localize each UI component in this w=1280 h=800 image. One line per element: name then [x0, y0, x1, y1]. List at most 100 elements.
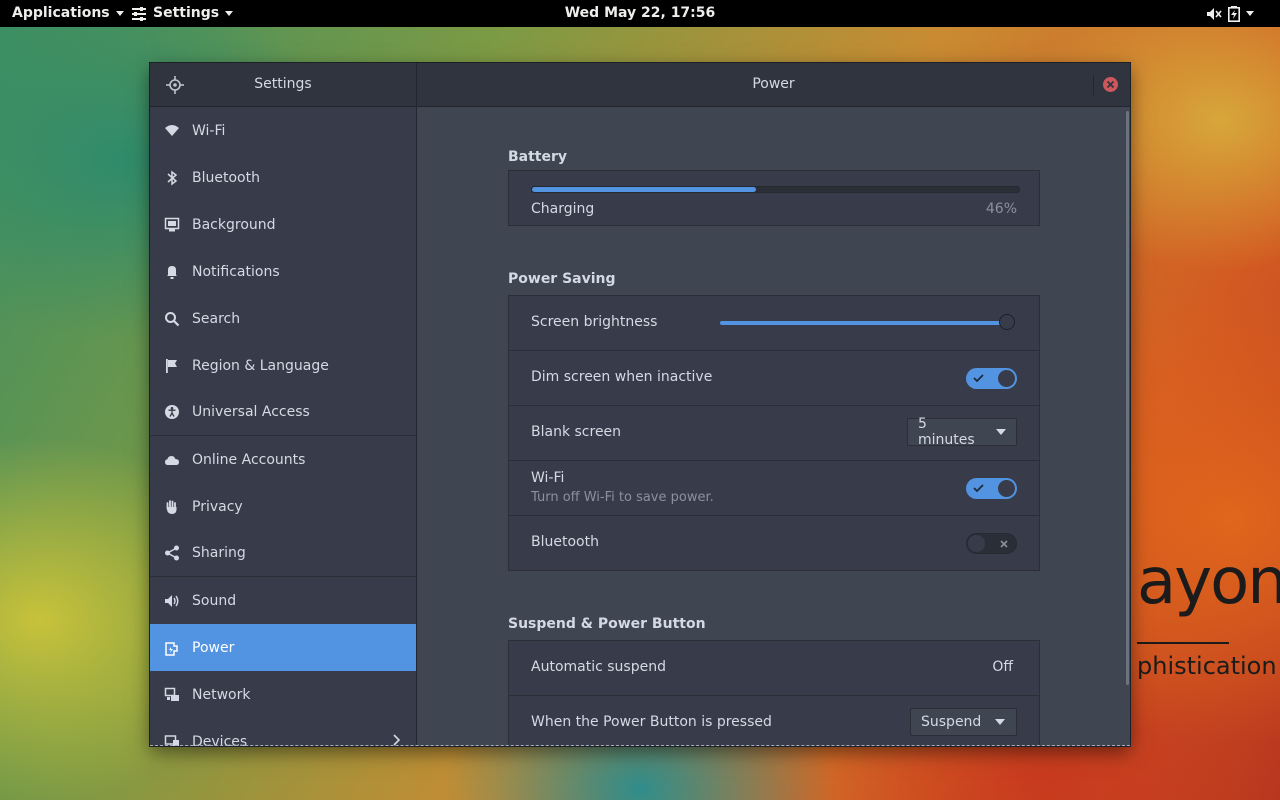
sidebar-item-label: Sharing: [192, 545, 246, 561]
sliders-icon: [132, 6, 146, 21]
header-bar: Settings Power: [150, 63, 1130, 107]
sidebar: Wi-Fi Bluetooth Background Notifications…: [150, 107, 417, 746]
sidebar-item-label: Network: [192, 686, 251, 703]
blank-screen-label: Blank screen: [531, 424, 622, 440]
sidebar-item-search[interactable]: Search: [150, 295, 416, 342]
chevron-down-icon: [1246, 11, 1254, 16]
power-button-row: When the Power Button is pressed Suspend: [509, 696, 1039, 746]
sidebar-item-label: Background: [192, 216, 276, 233]
settings-app-menu[interactable]: Settings: [131, 0, 234, 27]
check-icon: [973, 374, 984, 383]
content-scrollbar[interactable]: [1126, 111, 1129, 685]
sidebar-item-label: Notifications: [192, 263, 280, 280]
sidebar-item-network[interactable]: Network: [150, 671, 416, 718]
sidebar-item-label: Universal Access: [192, 404, 310, 420]
battery-percent: 46%: [985, 201, 1017, 217]
sidebar-item-notifications[interactable]: Notifications: [150, 248, 416, 295]
suspend-section-title: Suspend & Power Button: [508, 616, 706, 632]
switch-knob: [968, 535, 985, 552]
dim-screen-label: Dim screen when inactive: [531, 369, 713, 385]
power-button-dropdown[interactable]: Suspend: [910, 708, 1017, 736]
clock-label: Wed May 22, 17:56: [564, 5, 716, 21]
battery-section-title: Battery: [508, 149, 568, 165]
search-icon: [164, 311, 180, 327]
power-button-value: Suspend: [921, 714, 982, 730]
bell-icon: [164, 264, 180, 280]
speaker-icon: [164, 593, 180, 609]
system-menu[interactable]: [1206, 0, 1254, 27]
chevron-down-icon: [995, 719, 1006, 725]
power-saving-frame: Screen brightness Dim screen when inacti…: [508, 295, 1040, 571]
close-icon: [1106, 80, 1115, 89]
wifi-switch[interactable]: [966, 478, 1017, 499]
sidebar-item-bluetooth[interactable]: Bluetooth: [150, 154, 416, 201]
bluetooth-switch[interactable]: [966, 533, 1017, 554]
sidebar-item-sound[interactable]: Sound: [150, 577, 416, 624]
power-saving-section-title: Power Saving: [508, 271, 616, 287]
hand-icon: [164, 499, 180, 515]
share-icon: [164, 545, 180, 561]
sidebar-item-devices[interactable]: Devices: [150, 718, 416, 746]
cloud-icon: [164, 452, 180, 468]
sidebar-item-label: Power: [192, 639, 235, 656]
accessibility-icon: [164, 404, 180, 420]
network-icon: [164, 687, 180, 703]
wifi-row: Wi-Fi Turn off Wi-Fi to save power.: [509, 461, 1039, 516]
screen-brightness-row: Screen brightness: [509, 296, 1039, 351]
header-separator: [1093, 75, 1094, 95]
sidebar-item-online-accounts[interactable]: Online Accounts: [150, 436, 416, 483]
wallpaper-rule: [1137, 642, 1229, 644]
sidebar-item-sharing[interactable]: Sharing: [150, 530, 416, 577]
wifi-description: Turn off Wi-Fi to save power.: [531, 490, 714, 505]
blank-screen-dropdown[interactable]: 5 minutes: [907, 416, 1017, 448]
switch-knob: [998, 480, 1015, 497]
sidebar-item-privacy[interactable]: Privacy: [150, 483, 416, 530]
battery-frame: Charging 46%: [508, 170, 1040, 226]
volume-muted-icon: [1207, 7, 1222, 20]
sidebar-header-title: Settings: [254, 76, 312, 92]
screen-brightness-label: Screen brightness: [531, 314, 658, 330]
sidebar-item-power[interactable]: Power: [150, 624, 416, 671]
suspend-frame: Automatic suspend Off When the Power But…: [508, 640, 1040, 746]
battery-status: Charging: [531, 201, 595, 217]
chevron-down-icon: [225, 11, 234, 16]
brightness-slider-handle[interactable]: [999, 314, 1016, 330]
power-button-label: When the Power Button is pressed: [531, 714, 772, 730]
brightness-slider[interactable]: [720, 314, 1016, 330]
sidebar-item-background[interactable]: Background: [150, 201, 416, 248]
dim-screen-row: Dim screen when inactive: [509, 351, 1039, 406]
power-icon: [164, 640, 180, 656]
settings-window: Settings Power Wi-Fi Bluetooth Backgroun…: [150, 63, 1130, 746]
bluetooth-row: Bluetooth: [509, 516, 1039, 571]
automatic-suspend-label: Automatic suspend: [531, 659, 666, 675]
blank-screen-row: Blank screen 5 minutes: [509, 406, 1039, 461]
dim-screen-switch[interactable]: [966, 368, 1017, 389]
check-icon: [973, 484, 984, 493]
page-title: Power: [752, 76, 795, 92]
sidebar-item-label: Bluetooth: [192, 169, 260, 186]
wifi-icon: [164, 123, 180, 139]
cross-icon: [1000, 540, 1008, 548]
sidebar-item-label: Wi-Fi: [192, 122, 226, 139]
sidebar-item-label: Search: [192, 310, 241, 327]
sidebar-header: Settings: [150, 63, 417, 106]
sidebar-item-label: Online Accounts: [192, 451, 306, 468]
chevron-down-icon: [996, 429, 1006, 435]
sidebar-item-region-language[interactable]: Region & Language: [150, 342, 416, 389]
close-button[interactable]: [1103, 77, 1118, 92]
bluetooth-label: Bluetooth: [531, 534, 599, 550]
automatic-suspend-row[interactable]: Automatic suspend Off: [509, 641, 1039, 696]
power-panel: Battery Charging 46% Power Saving Screen…: [417, 107, 1130, 746]
window-bottom-edge: [150, 745, 1130, 746]
sidebar-item-label: Region & Language: [192, 357, 329, 374]
battery-charging-icon: [1228, 5, 1240, 22]
sidebar-item-wifi[interactable]: Wi-Fi: [150, 107, 416, 154]
sidebar-item-label: Sound: [192, 592, 237, 609]
automatic-suspend-value: Off: [992, 659, 1013, 675]
wallpaper-brand-text: ayon: [1137, 545, 1280, 619]
bluetooth-icon: [164, 170, 180, 186]
wallpaper-tagline-text: phistication: [1137, 652, 1277, 680]
blank-screen-value: 5 minutes: [918, 416, 975, 448]
sidebar-item-universal-access[interactable]: Universal Access: [150, 389, 416, 436]
sidebar-item-label: Privacy: [192, 498, 243, 515]
